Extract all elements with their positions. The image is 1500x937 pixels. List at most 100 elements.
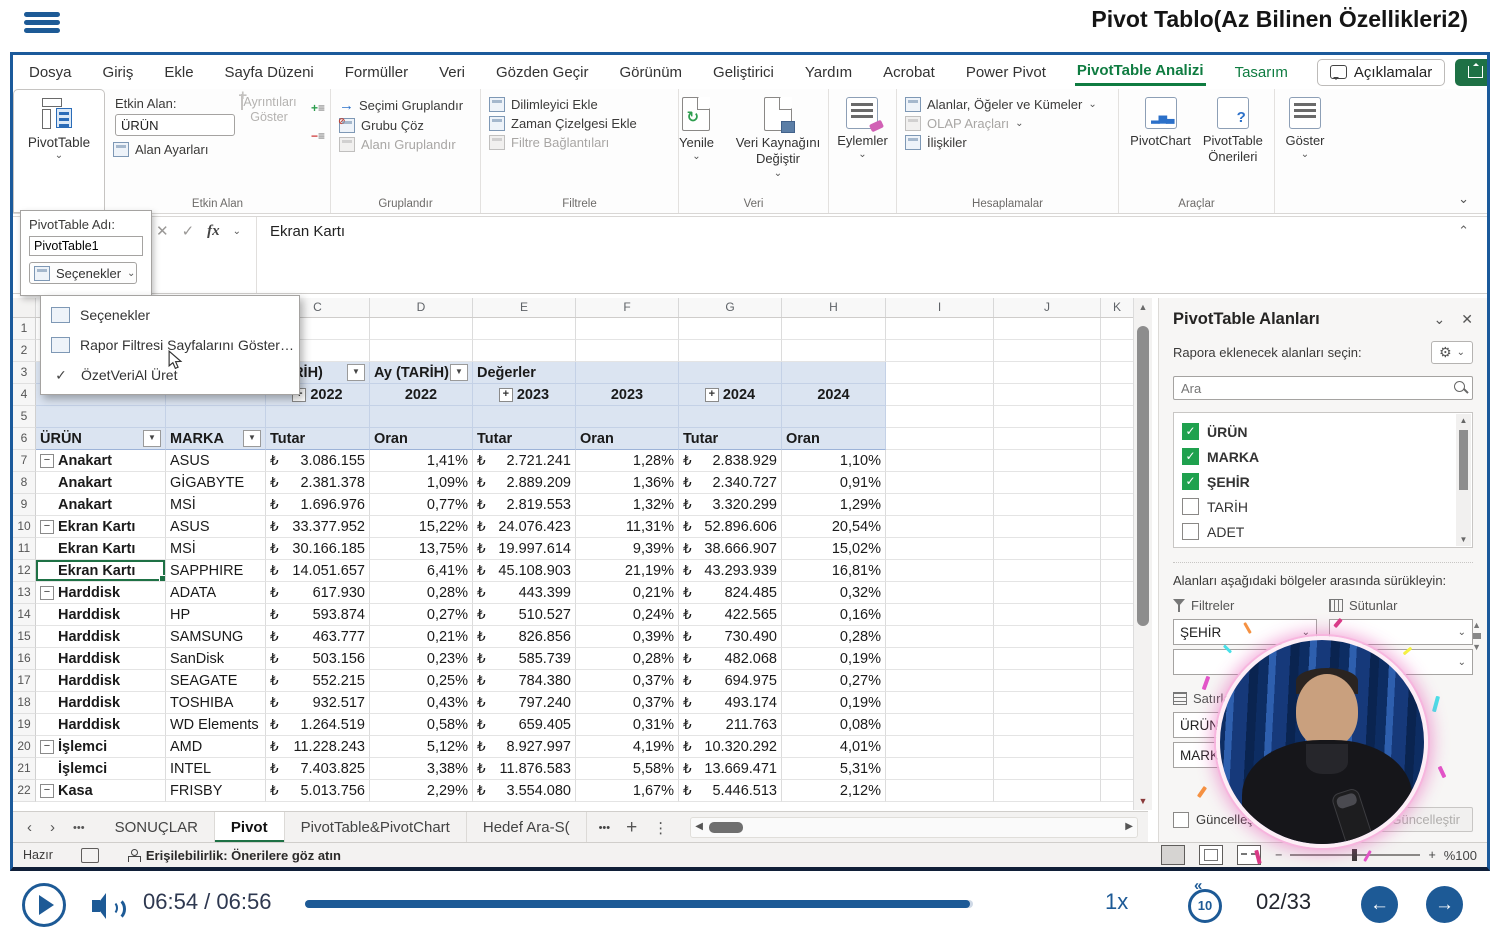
cell-oran-2023[interactable]: 0,24% [576,604,679,626]
ribbon-tab[interactable]: Dosya [27,60,74,85]
cell-tutar-2022[interactable]: ₺503.156 [266,648,370,670]
cell-urun[interactable]: Anakart [36,472,166,494]
cell-urun[interactable]: −Ekran Kartı [36,516,166,538]
table-row[interactable]: 9 Anakart MSİ ₺1.696.976 0,77% ₺2.819.55… [13,494,1133,516]
cell-oran-2023[interactable]: 1,67% [576,780,679,802]
scrollbar-thumb[interactable] [709,822,743,833]
cell-oran-2024[interactable]: 0,08% [782,714,886,736]
cell-tutar-2024[interactable]: ₺5.446.513 [679,780,782,802]
cell-oran-2022[interactable]: 0,43% [370,692,473,714]
table-row[interactable]: 20 −İşlemci AMD ₺11.228.243 5,12% ₺8.927… [13,736,1133,758]
expand-field-button[interactable]: +≡ [311,101,324,115]
move-down-icon[interactable]: ▼ [1472,642,1481,652]
cell-urun[interactable]: Harddisk [36,604,166,626]
show-details-button[interactable]: AyrıntılarıGöster [238,95,300,125]
column-header[interactable]: I [886,298,994,317]
cell-urun[interactable]: Harddisk [36,670,166,692]
row-header[interactable]: 5 [13,406,36,428]
filter-dropdown-icon[interactable]: ▼ [143,430,161,447]
row-header[interactable]: 14 [13,604,36,626]
cell-tutar-2022[interactable]: ₺3.086.155 [266,450,370,472]
defer-layout-checkbox[interactable] [1173,812,1189,828]
ribbon-tab[interactable]: Power Pivot [964,60,1048,85]
expand-icon[interactable]: + [499,388,513,402]
new-sheet-icon[interactable]: + [626,817,637,839]
cell-marka[interactable]: INTEL [166,758,266,780]
cell-tutar-2024[interactable]: ₺730.490 [679,626,782,648]
cell-urun[interactable]: −Anakart [36,450,166,472]
cell-oran-header[interactable]: Oran [370,428,473,450]
row-header[interactable]: 2 [13,340,36,362]
cell-oran-header[interactable]: Oran [576,428,679,450]
enter-icon[interactable]: ✓ [182,222,195,240]
cell-oran-2024[interactable]: 16,81% [782,560,886,582]
cell-urun[interactable]: Harddisk [36,692,166,714]
checkbox[interactable]: ✓ [1182,448,1199,465]
row-header[interactable]: 10 [13,516,36,538]
horizontal-scrollbar[interactable]: ◀ ▶ [690,817,1138,838]
refresh-button[interactable]: ↻ Yenile ⌄ [679,97,714,213]
more-sheets-icon[interactable]: ••• [73,822,85,834]
checkbox[interactable] [1182,498,1199,515]
cell-marka[interactable]: TOSHIBA [166,692,266,714]
cell-marka[interactable]: SAMSUNG [166,626,266,648]
cell-marka[interactable]: AMD [166,736,266,758]
scroll-left-icon[interactable]: ◀ [695,821,703,832]
row-header[interactable]: 15 [13,626,36,648]
cell-oran-2022[interactable]: 6,41% [370,560,473,582]
cell-tutar-2024[interactable]: ₺2.838.929 [679,450,782,472]
cell-oran-2022[interactable]: 0,77% [370,494,473,516]
cell-tutar-2022[interactable]: ₺2.381.378 [266,472,370,494]
table-row[interactable]: 19 Harddisk WD Elements ₺1.264.519 0,58%… [13,714,1133,736]
cell-tutar-2023[interactable]: ₺784.380 [473,670,576,692]
share-button[interactable]: Paylaş ⌄ [1455,59,1490,86]
table-row[interactable]: 18 Harddisk TOSHIBA ₺932.517 0,43% ₺797.… [13,692,1133,714]
cell-marka[interactable]: ASUS [166,450,266,472]
cell-tutar-2022[interactable]: ₺7.403.825 [266,758,370,780]
ribbon-tab[interactable]: Görünüm [618,60,685,85]
zoom-slider-thumb[interactable] [1352,849,1357,861]
display-settings-icon[interactable] [81,848,99,863]
cell-oran-2024[interactable]: 0,16% [782,604,886,626]
pivottable-button[interactable]: PivotTable ⌄ [14,98,104,161]
accessibility-status[interactable]: Erişilebilirlik: Önerilere göz atın [127,848,341,863]
cell-tutar-2023[interactable]: ₺2.721.241 [473,450,576,472]
row-header[interactable]: 11 [13,538,36,560]
relationships-button[interactable]: İlişkiler [905,135,1118,150]
row-header[interactable]: 18 [13,692,36,714]
row-header[interactable]: 1 [13,318,36,340]
cell-oran-2023[interactable]: 0,28% [576,648,679,670]
cell-marka[interactable]: WD Elements [166,714,266,736]
next-sheet-icon[interactable]: › [50,819,55,836]
cell-oran-2023[interactable]: 0,37% [576,692,679,714]
cell-oran-2022[interactable]: 1,41% [370,450,473,472]
cell-urun[interactable]: −Kasa [36,780,166,802]
row-header[interactable]: 16 [13,648,36,670]
cell-tutar-2024[interactable]: ₺38.666.907 [679,538,782,560]
ribbon-tab[interactable]: Acrobat [881,60,937,85]
field-checkbox-row[interactable]: TARİH [1182,494,1452,519]
cell-marka[interactable]: ASUS [166,516,266,538]
cell-oran-2023[interactable]: 0,21% [576,582,679,604]
collapse-icon[interactable]: − [40,520,54,534]
cell-marka[interactable]: FRISBY [166,780,266,802]
rewind-10-button[interactable]: « 10 [1188,889,1222,923]
sheet-tab[interactable]: PivotTable&PivotChart [285,812,467,843]
table-row[interactable]: 13 −Harddisk ADATA ₺617.930 0,28% ₺443.3… [13,582,1133,604]
fields-items-sets-button[interactable]: Alanlar, Öğeler ve Kümeler ⌄ [905,97,1118,112]
cell-oran-2023[interactable]: 1,32% [576,494,679,516]
table-row[interactable]: 11 Ekran Kartı MSİ ₺30.166.185 13,75% ₺1… [13,538,1133,560]
cell-urun[interactable]: −İşlemci [36,736,166,758]
close-icon[interactable]: ✕ [1461,311,1473,328]
cell-marka[interactable]: HP [166,604,266,626]
show-button[interactable]: Göster ⌄ [1285,97,1324,213]
cell-oran-2024[interactable]: 20,54% [782,516,886,538]
row-header[interactable]: 19 [13,714,36,736]
sheet-options-icon[interactable]: ⋮ [653,819,668,837]
cell-marka[interactable]: SEAGATE [166,670,266,692]
sheet-tab[interactable]: Pivot [215,812,285,843]
cell-tutar-2024[interactable]: ₺694.975 [679,670,782,692]
progress-bar[interactable] [305,900,973,908]
cell-tutar-2023[interactable]: ₺24.076.423 [473,516,576,538]
field-checkbox-row[interactable]: ADET [1182,519,1452,544]
